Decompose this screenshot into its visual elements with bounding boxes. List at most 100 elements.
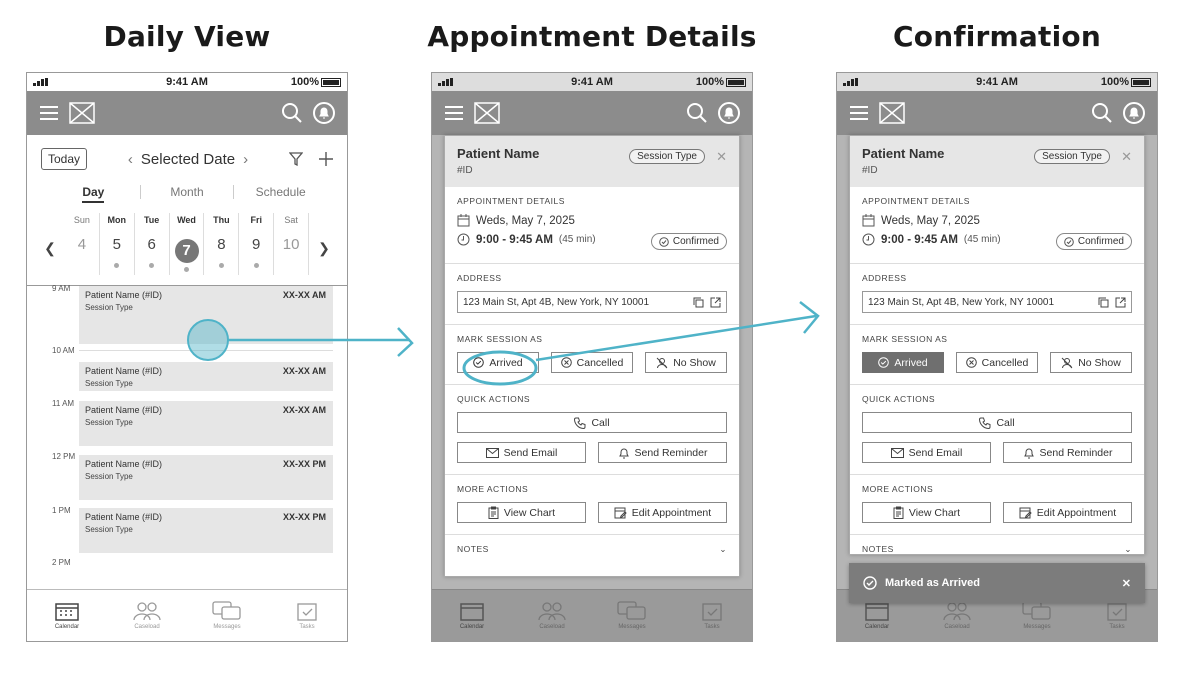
address-text: 123 Main St, Apt 4B, New York, NY 10001 <box>868 296 1055 308</box>
close-icon[interactable]: ✕ <box>1121 149 1132 165</box>
tab-day[interactable]: Day <box>47 185 141 203</box>
tab-schedule[interactable]: Schedule <box>234 185 327 199</box>
cancelled-button[interactable]: Cancelled <box>956 352 1038 373</box>
notification-icon[interactable] <box>718 102 740 124</box>
address-field[interactable]: 123 Main St, Apt 4B, New York, NY 10001 <box>457 291 727 313</box>
filter-icon[interactable] <box>289 152 303 166</box>
notification-icon[interactable] <box>1123 102 1145 124</box>
no-show-label: No Show <box>1078 356 1121 369</box>
chevron-down-icon[interactable]: ⌄ <box>1124 544 1132 554</box>
time-label: 1 PM <box>52 506 71 515</box>
send-reminder-button[interactable]: Send Reminder <box>598 442 727 463</box>
selected-date-label[interactable]: Selected Date <box>141 151 235 168</box>
appointment-details-section: APPOINTMENT DETAILS Weds, May 7, 2025 9:… <box>445 187 739 264</box>
notes-section[interactable]: NOTES ⌄ <box>850 535 1144 554</box>
mail-icon <box>890 447 904 458</box>
day-number: 4 <box>77 236 87 253</box>
view-chart-label: View Chart <box>503 506 556 519</box>
nav-calendar[interactable]: Calendar <box>27 590 107 641</box>
quick-actions-section: QUICK ACTIONS Call Send Email Send Remin… <box>445 385 739 475</box>
app-bar <box>27 91 347 135</box>
address-field[interactable]: 123 Main St, Apt 4B, New York, NY 10001 <box>862 291 1132 313</box>
week-day[interactable]: Fri 9 <box>239 213 275 275</box>
today-button[interactable]: Today <box>41 148 88 170</box>
close-icon[interactable]: ✕ <box>1122 577 1131 590</box>
send-email-button[interactable]: Send Email <box>862 442 991 463</box>
menu-icon[interactable] <box>39 105 59 121</box>
patient-id: #ID <box>862 165 878 176</box>
nav-calendar[interactable]: Calendar <box>432 590 512 641</box>
week-next-icon[interactable]: ❯ <box>309 213 339 275</box>
week-day[interactable]: Mon 5 <box>100 213 135 275</box>
search-icon[interactable] <box>281 102 303 124</box>
appointment-card[interactable]: Patient Name (#ID) Session Type XX-XX AM <box>79 362 333 391</box>
storyboard: Daily View Appointment Details Confirmat… <box>0 0 1185 678</box>
appointment-card[interactable]: Patient Name (#ID) Session Type XX-XX PM <box>79 455 333 500</box>
title-confirmation: Confirmation <box>893 20 1101 53</box>
mark-session-section: MARK SESSION AS Arrived Cancelled No Sho… <box>445 325 739 385</box>
notes-section[interactable]: NOTES ⌄ <box>445 535 739 564</box>
event-dot <box>184 267 189 272</box>
notification-icon[interactable] <box>313 102 335 124</box>
arrow-head <box>799 301 820 334</box>
week-day[interactable]: Thu 8 <box>204 213 240 275</box>
chevron-left-icon[interactable]: ‹ <box>128 151 133 168</box>
tab-month[interactable]: Month <box>141 185 235 199</box>
clipboard-icon <box>893 506 904 519</box>
close-icon[interactable]: ✕ <box>716 149 727 165</box>
search-icon[interactable] <box>686 102 708 124</box>
nav-messages[interactable]: Messages <box>592 590 672 641</box>
appointment-time: XX-XX AM <box>282 366 326 376</box>
phone-appointment-details: 9:41 AM 100% Calendar Caseload Messages … <box>431 72 753 642</box>
no-show-button[interactable]: No Show <box>645 352 727 373</box>
copy-icon[interactable] <box>693 297 704 308</box>
nav-caseload[interactable]: Caseload <box>512 590 592 641</box>
arrived-button[interactable]: Arrived <box>457 352 539 373</box>
section-label: ADDRESS <box>457 273 502 283</box>
cancelled-button[interactable]: Cancelled <box>551 352 633 373</box>
appointment-card[interactable]: Patient Name (#ID) Session Type XX-XX AM <box>79 401 333 446</box>
week-day[interactable]: Sun 4 <box>65 213 100 275</box>
phone-confirmation: 9:41 AM 100% Calendar Caseload Messages … <box>836 72 1158 642</box>
section-label: MORE ACTIONS <box>862 484 934 494</box>
nav-messages[interactable]: Messages <box>187 590 267 641</box>
chevron-down-icon[interactable]: ⌄ <box>719 544 727 555</box>
date-row: Weds, May 7, 2025 <box>457 214 727 227</box>
view-chart-label: View Chart <box>908 506 961 519</box>
tab-day-label: Day <box>82 185 105 203</box>
week-day[interactable]: Tue 6 <box>135 213 170 275</box>
appointment-sheet: Patient Name #ID Session Type ✕ APPOINTM… <box>849 135 1145 555</box>
section-label: MARK SESSION AS <box>457 334 543 344</box>
chevron-right-icon[interactable]: › <box>243 151 248 168</box>
appointment-type: Session Type <box>85 418 133 427</box>
nav-tasks[interactable]: Tasks <box>267 590 347 641</box>
nav-tasks[interactable]: Tasks <box>672 590 752 641</box>
edit-appointment-button[interactable]: Edit Appointment <box>1003 502 1132 523</box>
check-circle-icon <box>878 357 890 368</box>
copy-icon[interactable] <box>1098 297 1109 308</box>
call-button[interactable]: Call <box>862 412 1132 433</box>
day-name: Sun <box>73 215 90 225</box>
add-icon[interactable] <box>319 152 333 166</box>
week-day[interactable]: Sat 10 <box>274 213 310 275</box>
search-icon[interactable] <box>1091 102 1113 124</box>
no-show-button[interactable]: No Show <box>1050 352 1132 373</box>
call-button[interactable]: Call <box>457 412 727 433</box>
appointment-card[interactable]: Patient Name (#ID) Session Type XX-XX AM <box>79 286 333 344</box>
week-day-selected[interactable]: Wed 7 <box>170 213 205 275</box>
menu-icon[interactable] <box>444 105 464 121</box>
messages-icon <box>617 601 646 620</box>
arrived-button[interactable]: Arrived <box>862 352 944 373</box>
send-reminder-button[interactable]: Send Reminder <box>1003 442 1132 463</box>
external-link-icon[interactable] <box>710 297 721 308</box>
appointment-card[interactable]: Patient Name (#ID) Session Type XX-XX PM <box>79 508 333 553</box>
view-chart-button[interactable]: View Chart <box>862 502 991 523</box>
nav-caseload[interactable]: Caseload <box>107 590 187 641</box>
view-chart-button[interactable]: View Chart <box>457 502 586 523</box>
arrived-label: Arrived <box>489 356 523 369</box>
send-email-button[interactable]: Send Email <box>457 442 586 463</box>
external-link-icon[interactable] <box>1115 297 1126 308</box>
menu-icon[interactable] <box>849 105 869 121</box>
week-prev-icon[interactable]: ❮ <box>35 213 65 275</box>
edit-appointment-button[interactable]: Edit Appointment <box>598 502 727 523</box>
